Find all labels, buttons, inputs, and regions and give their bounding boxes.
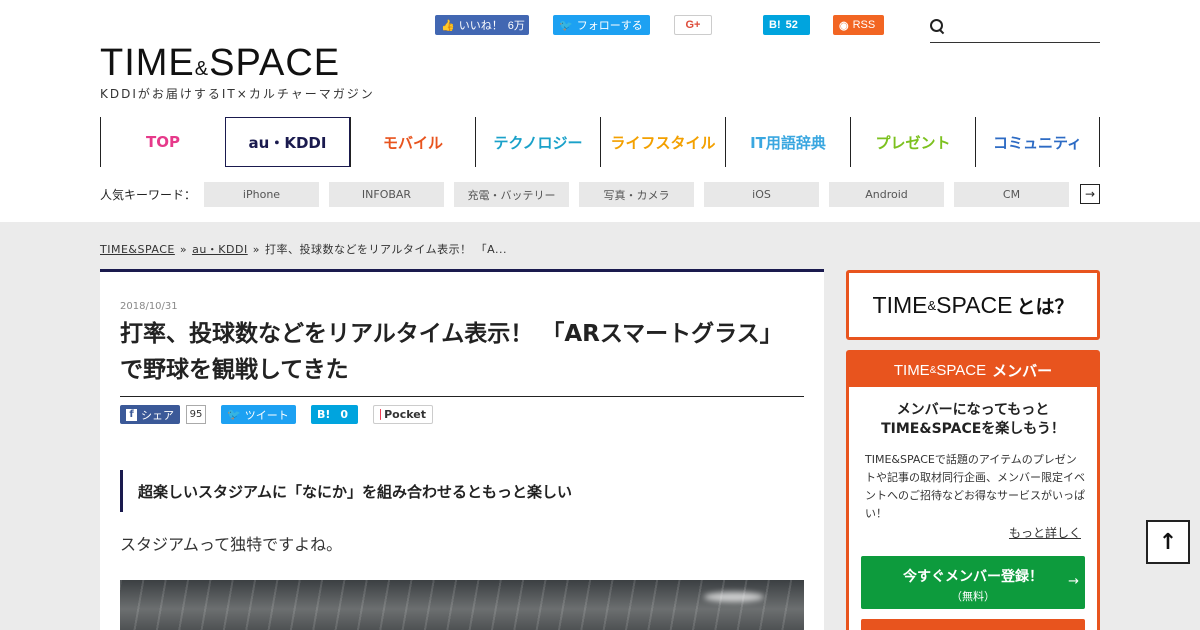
member-login-button[interactable] — [861, 619, 1085, 630]
breadcrumb-current: 打率、投球数などをリアルタイム表示！ 「A... — [264, 243, 507, 256]
popular-keywords: 人気キーワード： iPhone INFOBAR 充電・バッテリー 写真・カメラ … — [100, 182, 1100, 207]
keyword-tag[interactable]: iOS — [704, 182, 819, 207]
keywords-label: 人気キーワード： — [100, 188, 197, 202]
nav-item-au-kddi[interactable]: au・KDDI — [225, 117, 350, 167]
keyword-tag[interactable]: iPhone — [204, 182, 319, 207]
nav-item-top[interactable]: TOP — [100, 117, 225, 167]
article-date: 2018/10/31 — [120, 301, 178, 312]
twitter-bird-icon: 🐦 — [559, 19, 573, 32]
article: 2018/10/31 打率、投球数などをリアルタイム表示！ 「ARスマートグラス… — [100, 269, 824, 630]
breadcrumb-category[interactable]: au・KDDI — [192, 243, 248, 256]
nav-item-it-glossary[interactable]: IT用語辞典 — [725, 117, 850, 167]
pocket-button[interactable]: Pocket — [373, 405, 433, 424]
member-description: TIME&SPACEで話題のアイテムのプレゼントや記事の取材同行企画、メンバー限… — [865, 453, 1085, 520]
keywords-more-arrow-icon[interactable]: → — [1080, 184, 1100, 204]
member-lead: メンバーになってもっと TIME&SPACEを楽しもう！ — [881, 402, 1065, 437]
member-box-header: TIME & SPACE メンバー — [849, 353, 1097, 387]
article-lead-heading: 超楽しいスタジアムに「なにか」を組み合わせるともっと楽しい — [120, 470, 804, 512]
article-body-text: スタジアムって独特ですよね。 — [120, 535, 343, 554]
hatena-bookmark-share-button[interactable]: B! 0 — [311, 405, 358, 424]
breadcrumb: TIME&SPACE» au・KDDI» 打率、投球数などをリアルタイム表示！ 「A… — [100, 243, 507, 256]
search-input[interactable] — [950, 16, 1098, 40]
rss-button[interactable]: ◉ RSS — [833, 15, 884, 35]
nav-item-present[interactable]: プレゼント — [850, 117, 975, 167]
about-banner[interactable]: TIME & SPACE とは？ — [846, 270, 1100, 340]
nav-item-community[interactable]: コミュニティ — [975, 117, 1100, 167]
stadium-photo — [120, 580, 804, 630]
global-nav: TOP au・KDDI モバイル テクノロジー ライフスタイル IT用語辞典 プ… — [100, 117, 1100, 167]
search-icon[interactable] — [930, 19, 944, 33]
thumbs-up-icon: 👍 — [441, 19, 455, 32]
keyword-tag[interactable]: Android — [829, 182, 944, 207]
site-header: 👍 いいね！ 6万 🐦 フォローする G+ B! 52 ◉ RSS TIME&S… — [0, 0, 1200, 222]
facebook-icon: f — [126, 408, 137, 421]
google-plus-button[interactable]: G+ — [674, 15, 712, 35]
back-to-top-button[interactable]: ↑ — [1146, 520, 1190, 564]
keyword-tag[interactable]: 充電・バッテリー — [454, 182, 569, 207]
site-tagline: KDDIがお届けするIT×カルチャーマガジン — [100, 87, 375, 101]
keyword-tag[interactable]: CM — [954, 182, 1069, 207]
nav-item-technology[interactable]: テクノロジー — [475, 117, 600, 167]
arrow-right-icon: → — [1068, 574, 1079, 589]
twitter-follow-button[interactable]: 🐦 フォローする — [553, 15, 650, 35]
site-logo[interactable]: TIME&SPACE — [100, 44, 340, 82]
member-box: TIME & SPACE メンバー メンバーになってもっと TIME&SPACEを楽し… — [846, 350, 1100, 630]
nav-item-lifestyle[interactable]: ライフスタイル — [600, 117, 725, 167]
breadcrumb-home[interactable]: TIME&SPACE — [100, 243, 175, 256]
twitter-bird-icon: 🐦 — [227, 408, 241, 421]
keyword-tag[interactable]: 写真・カメラ — [579, 182, 694, 207]
hatena-bookmark-button[interactable]: B! 52 — [763, 15, 810, 35]
facebook-share-button[interactable]: f シェア — [120, 405, 180, 424]
facebook-share-count: 95 — [186, 405, 206, 424]
article-title: 打率、投球数などをリアルタイム表示！ 「ARスマートグラス」で野球を観戦してきた — [120, 316, 804, 397]
share-buttons: f シェア 95 🐦 ツイート B! 0 Pocket — [120, 405, 804, 424]
nav-item-mobile[interactable]: モバイル — [350, 117, 475, 167]
facebook-like-button[interactable]: 👍 いいね！ 6万 — [435, 15, 529, 35]
search-box — [930, 14, 1100, 43]
member-more-link[interactable]: もっと詳しく — [1009, 524, 1081, 541]
member-register-button[interactable]: 今すぐメンバー登録！ （無料） → — [861, 556, 1085, 609]
keyword-tag[interactable]: INFOBAR — [329, 182, 444, 207]
rss-icon: ◉ — [839, 19, 849, 32]
twitter-tweet-button[interactable]: 🐦 ツイート — [221, 405, 296, 424]
